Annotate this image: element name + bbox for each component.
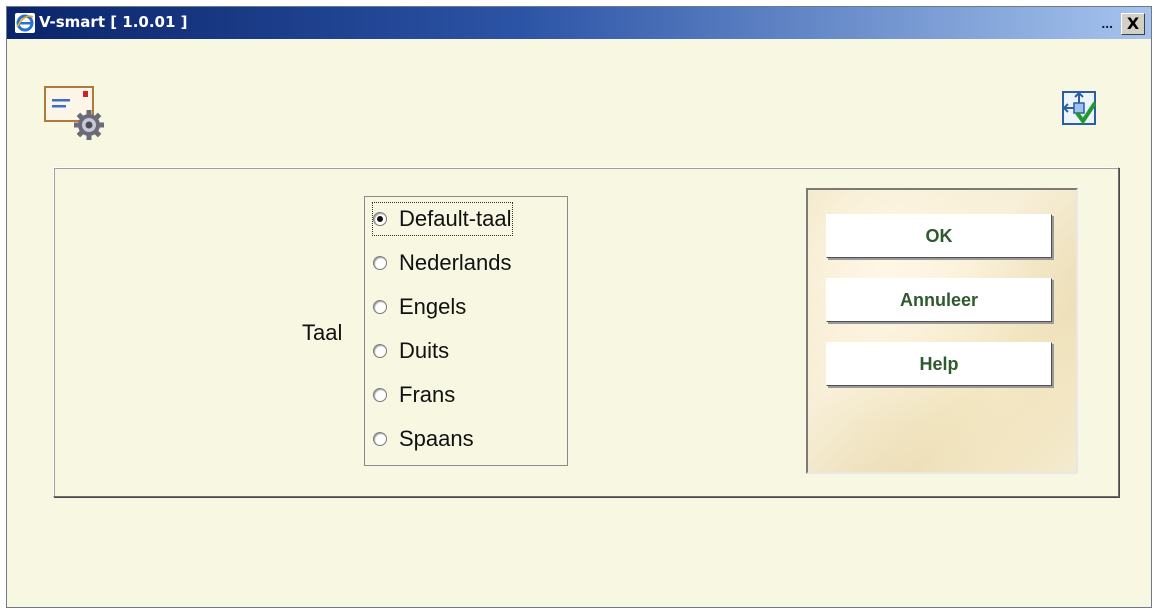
radio-frans[interactable]: Frans <box>373 379 455 411</box>
title-bar: V-smart [ 1.0.01 ] ... X <box>7 7 1151 39</box>
button-panel: OK Annuleer Help <box>806 188 1078 474</box>
radio-button[interactable] <box>373 388 387 402</box>
ie-icon <box>15 13 35 33</box>
title-overflow: ... <box>1101 15 1113 31</box>
window-title: V-smart [ 1.0.01 ] <box>39 13 188 31</box>
radio-default-taal[interactable]: Default-taal <box>372 202 513 236</box>
help-button[interactable]: Help <box>826 342 1052 386</box>
app-window: V-smart [ 1.0.01 ] ... X Taal Default-ta… <box>6 6 1152 608</box>
form-panel: Taal Default-taal Nederlands Engels Duit… <box>53 167 1119 497</box>
radio-label: Spaans <box>399 426 474 451</box>
radio-spaans[interactable]: Spaans <box>373 423 474 455</box>
radio-label: Frans <box>399 382 456 407</box>
radio-button[interactable] <box>373 256 387 270</box>
radio-nederlands[interactable]: Nederlands <box>373 247 512 279</box>
radio-label: Duits <box>399 338 450 363</box>
radio-button[interactable] <box>373 300 387 314</box>
radio-button-checked[interactable] <box>373 212 387 226</box>
ok-button[interactable]: OK <box>826 214 1052 258</box>
options-settings-icon[interactable] <box>43 85 113 141</box>
radio-engels[interactable]: Engels <box>373 291 466 323</box>
language-label: Taal <box>302 320 343 345</box>
radio-duits[interactable]: Duits <box>373 335 449 367</box>
cancel-button[interactable]: Annuleer <box>826 278 1052 322</box>
radio-button[interactable] <box>373 432 387 446</box>
radio-label: Default-taal <box>399 206 512 231</box>
confirm-icon[interactable] <box>1062 91 1096 125</box>
language-radio-group: Default-taal Nederlands Engels Duits Fra… <box>364 196 568 466</box>
radio-button[interactable] <box>373 344 387 358</box>
radio-label: Engels <box>399 294 467 319</box>
close-button[interactable]: X <box>1121 13 1145 35</box>
radio-label: Nederlands <box>399 250 512 275</box>
